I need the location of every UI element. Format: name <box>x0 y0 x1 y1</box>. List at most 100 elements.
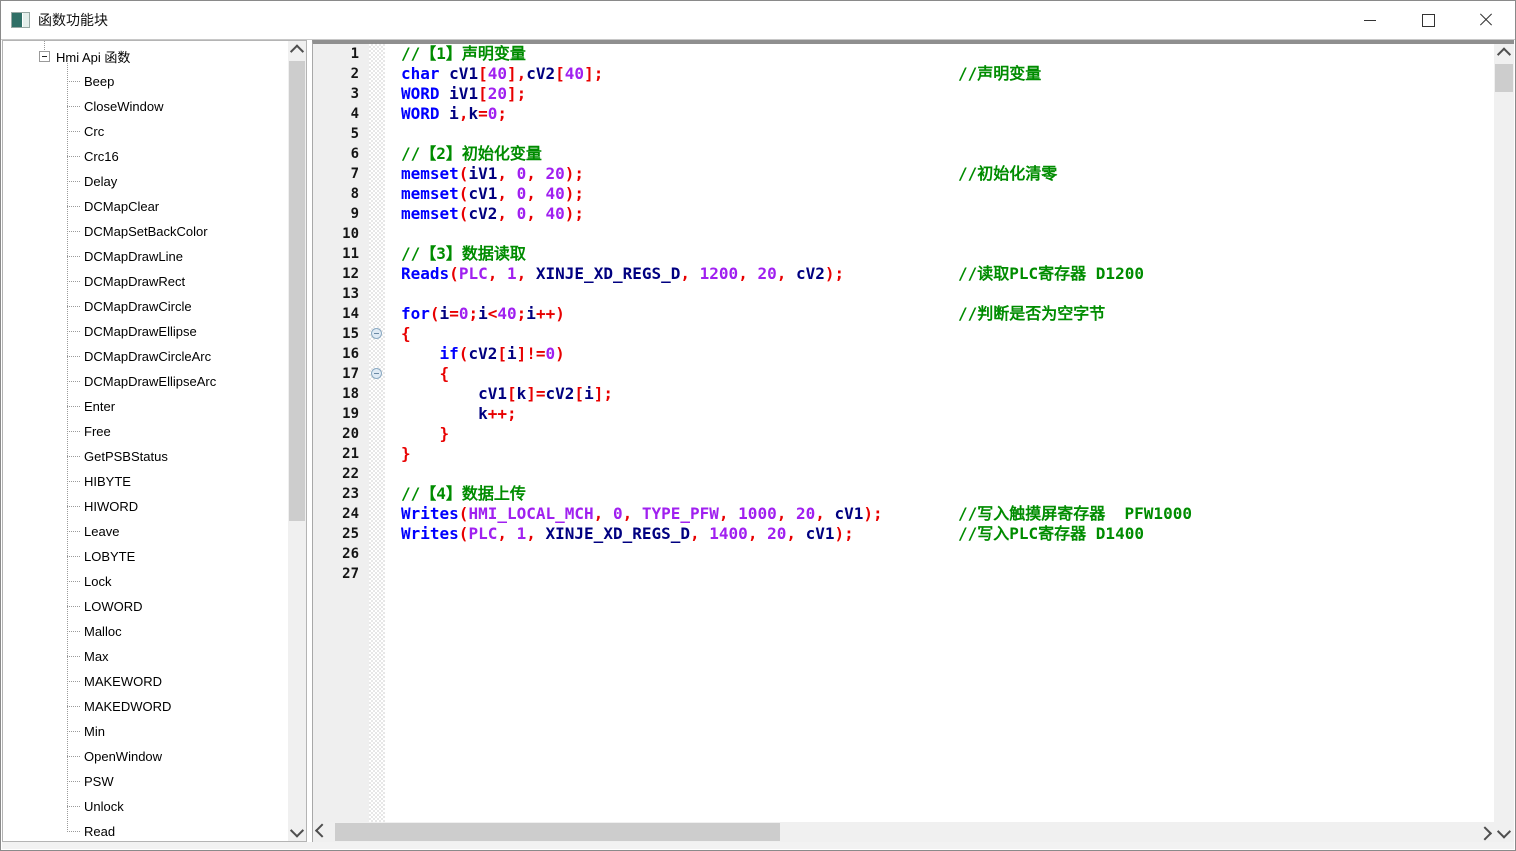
maximize-icon <box>1422 14 1435 27</box>
sidebar-item-hiword[interactable]: HIWORD <box>67 494 288 519</box>
tree-connector <box>67 756 80 757</box>
tree-item-label: MAKEDWORD <box>84 699 171 714</box>
sidebar-item-hibyte[interactable]: HIBYTE <box>67 469 288 494</box>
code-line[interactable]: 23//【4】数据上传 <box>313 484 1494 504</box>
minimize-button[interactable] <box>1341 1 1399 39</box>
sidebar-item-closewindow[interactable]: CloseWindow <box>67 94 288 119</box>
fold-margin <box>369 464 385 484</box>
collapse-icon[interactable] <box>39 51 50 62</box>
line-number: 13 <box>313 284 369 304</box>
sidebar-item-getpsbstatus[interactable]: GetPSBStatus <box>67 444 288 469</box>
code-line[interactable]: 22 <box>313 464 1494 484</box>
tree-item-label: Min <box>84 724 105 739</box>
sidebar-item-max[interactable]: Max <box>67 644 288 669</box>
code-line[interactable]: 20 } <box>313 424 1494 444</box>
tree-item-label: Leave <box>84 524 119 539</box>
code-lines[interactable]: 1//【1】声明变量2char cV1[40],cV2[40];//声明变量3W… <box>313 44 1494 822</box>
fold-margin <box>369 424 385 444</box>
code-line[interactable]: 4WORD i,k=0; <box>313 104 1494 124</box>
sidebar-item-loword[interactable]: LOWORD <box>67 594 288 619</box>
code-line[interactable]: 7memset(iV1, 0, 20);//初始化清零 <box>313 164 1494 184</box>
maximize-button[interactable] <box>1399 1 1457 39</box>
sidebar-item-lock[interactable]: Lock <box>67 569 288 594</box>
code-line-text: //【4】数据上传 <box>385 484 1494 504</box>
code-line[interactable]: 8memset(cV1, 0, 40); <box>313 184 1494 204</box>
fold-collapse-icon[interactable] <box>371 368 382 379</box>
sidebar-item-makeword[interactable]: MAKEWORD <box>67 669 288 694</box>
code-line[interactable]: 13 <box>313 284 1494 304</box>
sidebar-item-dcmapdrawcircle[interactable]: DCMapDrawCircle <box>67 294 288 319</box>
editor-vscroll-thumb[interactable] <box>1495 64 1513 92</box>
scroll-up-icon[interactable] <box>288 41 306 59</box>
tree-item-label: PSW <box>84 774 114 789</box>
code-line[interactable]: 5 <box>313 124 1494 144</box>
sidebar-item-makedword[interactable]: MAKEDWORD <box>67 694 288 719</box>
scroll-left-icon[interactable] <box>313 822 331 842</box>
tree-connector <box>67 456 80 457</box>
tree-connector <box>67 131 80 132</box>
code-line[interactable]: 9memset(cV2, 0, 40); <box>313 204 1494 224</box>
sidebar-item-dcmapdrawrect[interactable]: DCMapDrawRect <box>67 269 288 294</box>
sidebar-item-free[interactable]: Free <box>67 419 288 444</box>
sidebar-scrollbar[interactable] <box>288 41 306 841</box>
editor-horizontal-scrollbar[interactable] <box>313 822 1494 842</box>
code-line[interactable]: 1//【1】声明变量 <box>313 44 1494 64</box>
code-line[interactable]: 10 <box>313 224 1494 244</box>
close-button[interactable] <box>1457 1 1515 39</box>
fold-collapse-icon[interactable] <box>371 328 382 339</box>
sidebar-item-dcmapdrawellipse[interactable]: DCMapDrawEllipse <box>67 319 288 344</box>
sidebar-item-dcmapsetbackcolor[interactable]: DCMapSetBackColor <box>67 219 288 244</box>
tree-root-hmi-api[interactable]: Hmi Api 函数 <box>3 44 288 69</box>
sidebar-item-openwindow[interactable]: OpenWindow <box>67 744 288 769</box>
sidebar-item-min[interactable]: Min <box>67 719 288 744</box>
code-line[interactable]: 3WORD iV1[20]; <box>313 84 1494 104</box>
code-line[interactable]: 26 <box>313 544 1494 564</box>
sidebar-item-unlock[interactable]: Unlock <box>67 794 288 819</box>
code-line[interactable]: 18 cV1[k]=cV2[i]; <box>313 384 1494 404</box>
code-line[interactable]: 16 if(cV2[i]!=0) <box>313 344 1494 364</box>
code-line[interactable]: 6//【2】初始化变量 <box>313 144 1494 164</box>
sidebar-item-beep[interactable]: Beep <box>67 69 288 94</box>
scroll-down-icon[interactable] <box>1494 824 1514 842</box>
sidebar-item-enter[interactable]: Enter <box>67 394 288 419</box>
code-line-text: WORD i,k=0; <box>385 104 1494 124</box>
tree-connector <box>67 156 80 157</box>
sidebar-item-dcmapdrawline[interactable]: DCMapDrawLine <box>67 244 288 269</box>
function-tree[interactable]: Hmi Api 函数 BeepCloseWindowCrcCrc16DelayD… <box>3 41 288 841</box>
sidebar-item-malloc[interactable]: Malloc <box>67 619 288 644</box>
sidebar-item-lobyte[interactable]: LOBYTE <box>67 544 288 569</box>
code-line[interactable]: 11//【3】数据读取 <box>313 244 1494 264</box>
tree-item-label: DCMapDrawCircleArc <box>84 349 211 364</box>
sidebar-scrollbar-thumb[interactable] <box>289 61 305 521</box>
code-line[interactable]: 19 k++; <box>313 404 1494 424</box>
sidebar-item-psw[interactable]: PSW <box>67 769 288 794</box>
sidebar-item-dcmapclear[interactable]: DCMapClear <box>67 194 288 219</box>
line-number: 17 <box>313 364 369 384</box>
sidebar-item-read[interactable]: Read <box>67 819 288 841</box>
sidebar-item-dcmapdrawellipsearc[interactable]: DCMapDrawEllipseArc <box>67 369 288 394</box>
code-line[interactable]: 24Writes(HMI_LOCAL_MCH, 0, TYPE_PFW, 100… <box>313 504 1494 524</box>
sidebar-item-crc[interactable]: Crc <box>67 119 288 144</box>
code-line[interactable]: 27 <box>313 564 1494 584</box>
tree-item-label: Unlock <box>84 799 124 814</box>
sidebar-item-delay[interactable]: Delay <box>67 169 288 194</box>
scroll-right-icon[interactable] <box>1476 822 1494 842</box>
code-line[interactable]: 25Writes(PLC, 1, XINJE_XD_REGS_D, 1400, … <box>313 524 1494 544</box>
line-number: 16 <box>313 344 369 364</box>
scroll-up-icon[interactable] <box>1494 44 1514 62</box>
editor-hscroll-thumb[interactable] <box>335 823 780 841</box>
sidebar-item-leave[interactable]: Leave <box>67 519 288 544</box>
editor-vertical-scrollbar[interactable] <box>1494 44 1514 842</box>
code-line[interactable]: 17 { <box>313 364 1494 384</box>
code-line[interactable]: 12Reads(PLC, 1, XINJE_XD_REGS_D, 1200, 2… <box>313 264 1494 284</box>
sidebar-item-dcmapdrawcirclearc[interactable]: DCMapDrawCircleArc <box>67 344 288 369</box>
code-line[interactable]: 14for(i=0;i<40;i++)//判断是否为空字节 <box>313 304 1494 324</box>
code-line[interactable]: 15{ <box>313 324 1494 344</box>
fold-margin <box>369 284 385 304</box>
gutter-filler <box>313 584 1494 822</box>
code-line[interactable]: 21} <box>313 444 1494 464</box>
code-line[interactable]: 2char cV1[40],cV2[40];//声明变量 <box>313 64 1494 84</box>
sidebar-item-crc16[interactable]: Crc16 <box>67 144 288 169</box>
tree-connector <box>67 331 80 332</box>
scroll-down-icon[interactable] <box>288 823 306 841</box>
